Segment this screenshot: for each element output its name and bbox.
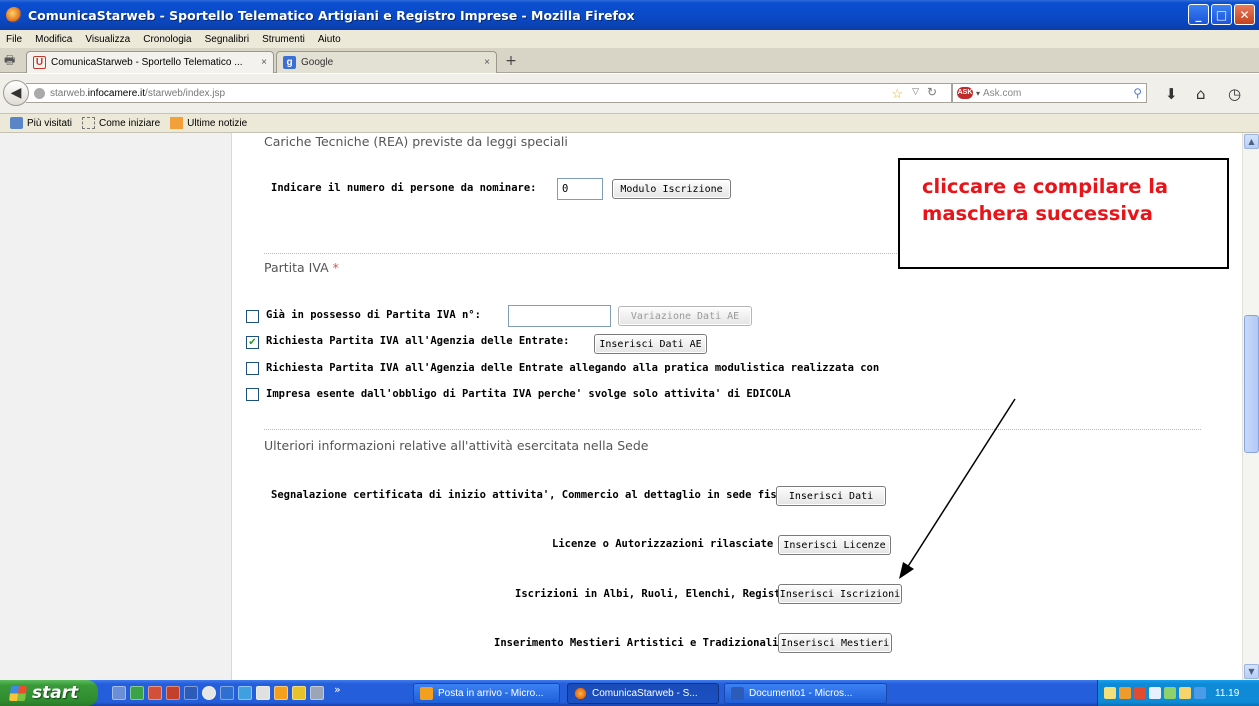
callout-line-1: cliccare e compilare la xyxy=(922,175,1169,198)
scroll-thumb[interactable] xyxy=(1244,315,1259,453)
quicklaunch-excel-icon[interactable] xyxy=(130,686,144,700)
quicklaunch-desktop-icon[interactable] xyxy=(112,686,126,700)
quicklaunch-powerpoint-icon[interactable] xyxy=(148,686,162,700)
display-tray-icon[interactable] xyxy=(1194,687,1206,699)
quicklaunch-access-icon[interactable] xyxy=(166,686,180,700)
taskbar: start » Posta in arrivo - Micro... Comun… xyxy=(0,680,1259,706)
callout-line-2: maschera successiva xyxy=(922,202,1153,225)
start-button[interactable]: start xyxy=(0,680,98,706)
clock: 11.19 xyxy=(1215,687,1240,699)
volume-tray-icon[interactable] xyxy=(1179,687,1191,699)
scroll-up-icon[interactable]: ▲ xyxy=(1244,134,1259,149)
vertical-scrollbar[interactable]: ▲ ▼ xyxy=(1242,133,1259,680)
annotation-callout: cliccare e compilare la maschera success… xyxy=(898,158,1229,269)
windows-flag-icon xyxy=(8,685,28,701)
quicklaunch-firefox-icon[interactable] xyxy=(310,686,324,700)
firefox-icon xyxy=(574,687,587,700)
task-word[interactable]: Documento1 - Micros... xyxy=(724,683,887,704)
quicklaunch-outlook-icon[interactable] xyxy=(274,686,288,700)
task-label: Posta in arrivo - Micro... xyxy=(438,688,544,699)
quicklaunch-media-icon[interactable] xyxy=(202,686,216,700)
scroll-down-icon[interactable]: ▼ xyxy=(1244,664,1259,679)
task-firefox[interactable]: ComunicaStarweb - S... xyxy=(567,683,719,704)
quicklaunch-more-icon[interactable]: » xyxy=(334,683,341,696)
network-tray-icon[interactable] xyxy=(1149,687,1161,699)
mail-tray-icon[interactable] xyxy=(1104,687,1116,699)
task-label: Documento1 - Micros... xyxy=(749,688,853,699)
annotation-arrow xyxy=(899,398,1016,579)
security-tray-icon[interactable] xyxy=(1134,687,1146,699)
outlook-tray-icon[interactable] xyxy=(1119,687,1131,699)
outlook-icon xyxy=(420,687,433,700)
quicklaunch-word-icon[interactable] xyxy=(184,686,198,700)
word-icon xyxy=(731,687,744,700)
update-tray-icon[interactable] xyxy=(1164,687,1176,699)
quicklaunch-ie-icon[interactable] xyxy=(238,686,252,700)
task-outlook[interactable]: Posta in arrivo - Micro... xyxy=(413,683,560,704)
quicklaunch-notes-icon[interactable] xyxy=(256,686,270,700)
quicklaunch-app-icon[interactable] xyxy=(292,686,306,700)
quicklaunch-photoshop-icon[interactable] xyxy=(220,686,234,700)
start-label: start xyxy=(32,683,79,703)
task-label: ComunicaStarweb - S... xyxy=(592,688,698,699)
system-tray: 11.19 xyxy=(1097,680,1259,706)
